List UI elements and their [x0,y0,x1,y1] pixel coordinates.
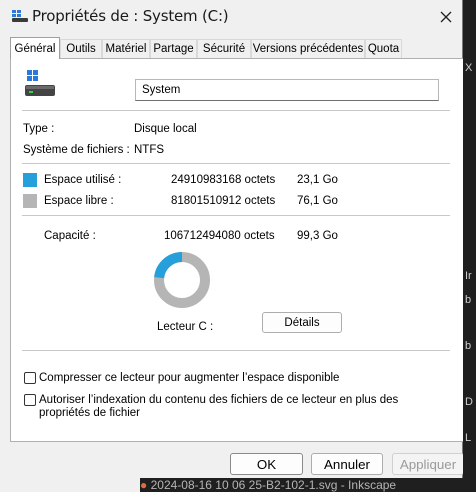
tab-strip: Général Outils Matériel Partage Sécurité… [10,37,462,59]
type-value: Disque local [134,123,197,135]
tab-tools[interactable]: Outils [60,39,102,58]
drive-letter-label: Lecteur C : [157,321,214,333]
tab-previous-versions[interactable]: Versions précédentes [251,39,365,58]
background-taskbar: ● 2024-08-16 10 06 25-B2-102-1.svg - Ink… [140,478,476,492]
used-space-bytes: 24910983168 octets [171,174,276,186]
capacity-label: Capacité : [44,230,96,242]
divider [22,163,450,164]
details-button[interactable]: Détails [262,312,342,333]
index-checkbox[interactable] [24,394,36,406]
inkscape-icon: ● [140,478,148,492]
type-label: Type : [23,123,55,135]
drive-icon [12,10,28,22]
background-text: b [465,340,472,352]
capacity-bytes: 106712494080 octets [164,230,275,242]
background-text: L [465,432,472,444]
compress-label[interactable]: Compresser ce lecteur pour augmenter l’e… [39,372,339,384]
filesystem-value: NTFS [134,144,165,156]
cancel-button[interactable]: Annuler [311,453,383,475]
drive-icon [25,70,55,96]
apply-button[interactable]: Appliquer [392,453,464,475]
background-text: D [465,396,473,408]
background-text: X [465,62,473,74]
general-panel: Type : Disque local Système de fichiers … [10,58,464,442]
capacity-size: 99,3 Go [297,230,338,242]
used-space-swatch [23,173,37,187]
background-text: b [465,294,472,306]
background-text: Ir [465,270,472,282]
free-space-bytes: 81801510912 octets [171,195,276,207]
tab-sharing[interactable]: Partage [150,39,197,58]
free-space-swatch [23,194,37,208]
free-space-size: 76,1 Go [297,195,338,207]
index-label[interactable]: Autoriser l’indexation du contenu des fi… [39,394,444,420]
window-title: Propriétés de : System (C:) [32,7,229,25]
tab-security[interactable]: Sécurité [197,39,251,58]
filesystem-label: Système de fichiers : [23,144,130,156]
title-bar[interactable]: Propriétés de : System (C:) [0,0,462,34]
tab-hardware[interactable]: Matériel [102,39,150,58]
tab-general[interactable]: Général [10,37,60,59]
compress-checkbox[interactable] [24,372,36,384]
free-space-label: Espace libre : [44,195,114,207]
disk-usage-donut [154,252,210,308]
close-icon[interactable] [438,9,454,25]
used-space-size: 23,1 Go [297,174,338,186]
taskbar-title: 2024-08-16 10 06 25-B2-102-1.svg - Inksc… [150,478,397,492]
background-window-edge: X Ir b b D L [463,38,476,478]
divider [22,215,450,216]
properties-dialog: Propriétés de : System (C:) Général Outi… [0,0,464,492]
divider [22,350,450,351]
ok-button[interactable]: OK [230,453,303,475]
drive-name-input[interactable] [135,79,439,101]
used-space-label: Espace utilisé : [44,174,122,186]
divider [22,110,450,111]
tab-quota[interactable]: Quota [365,39,402,58]
